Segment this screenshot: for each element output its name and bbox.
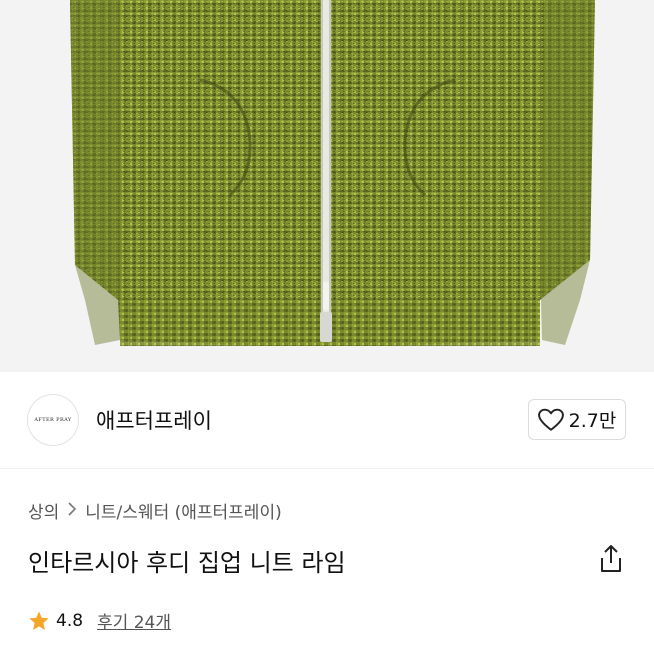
heart-outline-icon	[537, 408, 564, 431]
brand-row[interactable]: AFTER PRAY 애프터프레이 2.7만	[0, 372, 654, 468]
brand-logo-text: AFTER PRAY	[34, 417, 72, 423]
breadcrumb: 상의 니트/스웨터 (애프터프레이)	[28, 498, 282, 523]
breadcrumb-category[interactable]: 상의	[28, 498, 59, 523]
knit-zip-hoodie-photo	[70, 0, 595, 346]
product-title: 인타르시아 후디 집업 니트 라임	[28, 549, 346, 577]
brand-logo[interactable]: AFTER PRAY	[27, 394, 79, 446]
divider	[0, 468, 654, 469]
like-button[interactable]: 2.7만	[528, 399, 626, 440]
like-count: 2.7만	[568, 410, 617, 432]
breadcrumb-subcategory[interactable]: 니트/스웨터 (애프터프레이)	[85, 498, 281, 523]
brand-name[interactable]: 애프터프레이	[96, 405, 212, 435]
rating-row: 4.8 후기 24개	[28, 608, 171, 633]
chevron-right-icon	[67, 501, 77, 520]
share-icon	[601, 545, 621, 572]
share-button[interactable]	[596, 543, 626, 575]
rating-value: 4.8	[56, 610, 84, 631]
star-icon	[29, 610, 49, 630]
review-link[interactable]: 후기 24개	[97, 608, 171, 633]
product-image[interactable]	[0, 0, 654, 372]
